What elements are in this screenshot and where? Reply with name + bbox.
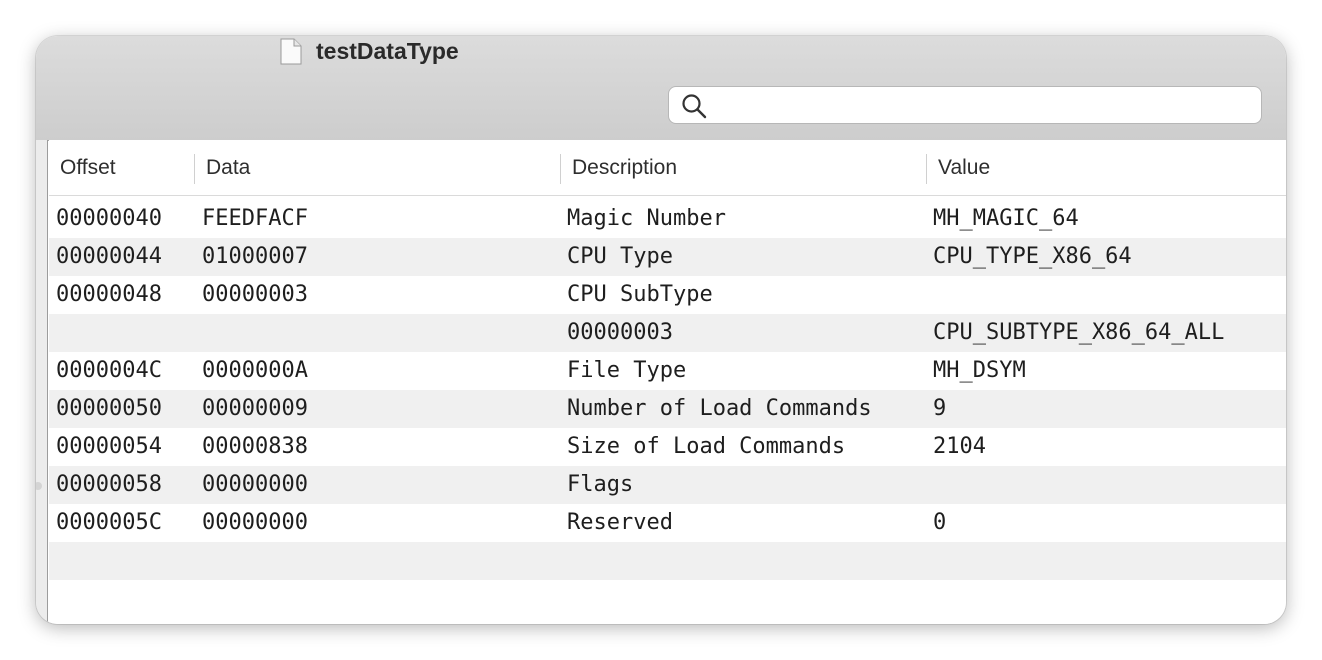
table-row[interactable]: 00000054 00000838 Size of Load Commands … [49,428,1286,466]
search-input[interactable] [717,91,1251,121]
cell-description: CPU Type [567,244,673,269]
cell-value: MH_DSYM [933,358,1026,383]
left-sidebar-edge[interactable] [36,140,48,624]
window-title: testDataType [316,38,459,64]
search-field[interactable] [668,86,1262,124]
cell-data: 00000000 [202,510,308,535]
table-row[interactable]: 00000040 FEEDFACF Magic Number MH_MAGIC_… [49,200,1286,238]
cell-offset: 00000048 [56,282,162,307]
column-header-data[interactable]: Data [195,140,560,196]
cell-value: CPU_TYPE_X86_64 [933,244,1132,269]
cell-offset: 0000004C [56,358,162,383]
cell-value: 2104 [933,434,986,459]
cell-data: 00000000 [202,472,308,497]
cell-value: CPU_SUBTYPE_X86_64_ALL [933,320,1225,345]
table-row[interactable]: 00000058 00000000 Flags [49,466,1286,504]
cell-description: Magic Number [567,206,726,231]
title-bar: testDataType [36,36,1286,141]
data-table: Offset Data Description Value 00000040 F… [49,140,1286,624]
cell-offset: 00000044 [56,244,162,269]
cell-data: FEEDFACF [202,206,308,231]
column-header-value[interactable]: Value [927,140,1286,196]
cell-description: File Type [567,358,687,383]
cell-description: 00000003 [567,320,673,345]
cell-value: MH_MAGIC_64 [933,206,1079,231]
cell-description: Number of Load Commands [567,396,872,421]
cell-offset: 00000054 [56,434,162,459]
cell-data: 0000000A [202,358,308,383]
document-icon [280,38,302,65]
table-row[interactable]: 0000004C 0000000A File Type MH_DSYM [49,352,1286,390]
table-row[interactable] [49,542,1286,580]
cell-description: Reserved [567,510,673,535]
table-row[interactable]: 00000003 CPU_SUBTYPE_X86_64_ALL [49,314,1286,352]
cell-data: 00000838 [202,434,308,459]
column-header-offset[interactable]: Offset [49,140,194,196]
cell-offset: 0000005C [56,510,162,535]
cell-description: Flags [567,472,634,497]
cell-offset: 00000040 [56,206,162,231]
cell-value: 0 [933,510,947,535]
app-window: testDataType Offset Data Description Val… [36,36,1286,624]
cell-description: CPU SubType [567,282,713,307]
search-icon [682,94,707,119]
cell-value: 9 [933,396,947,421]
table-row[interactable]: 00000048 00000003 CPU SubType [49,276,1286,314]
column-header-description[interactable]: Description [561,140,926,196]
table-row[interactable]: 00000044 01000007 CPU Type CPU_TYPE_X86_… [49,238,1286,276]
cell-offset: 00000058 [56,472,162,497]
table-body: 00000040 FEEDFACF Magic Number MH_MAGIC_… [49,200,1286,580]
cell-description: Size of Load Commands [567,434,846,459]
table-row[interactable]: 0000005C 00000000 Reserved 0 [49,504,1286,542]
table-header: Offset Data Description Value [49,140,1286,196]
table-row[interactable]: 00000050 00000009 Number of Load Command… [49,390,1286,428]
cell-data: 00000009 [202,396,308,421]
cell-data: 01000007 [202,244,308,269]
cell-offset: 00000050 [56,396,162,421]
cell-data: 00000003 [202,282,308,307]
